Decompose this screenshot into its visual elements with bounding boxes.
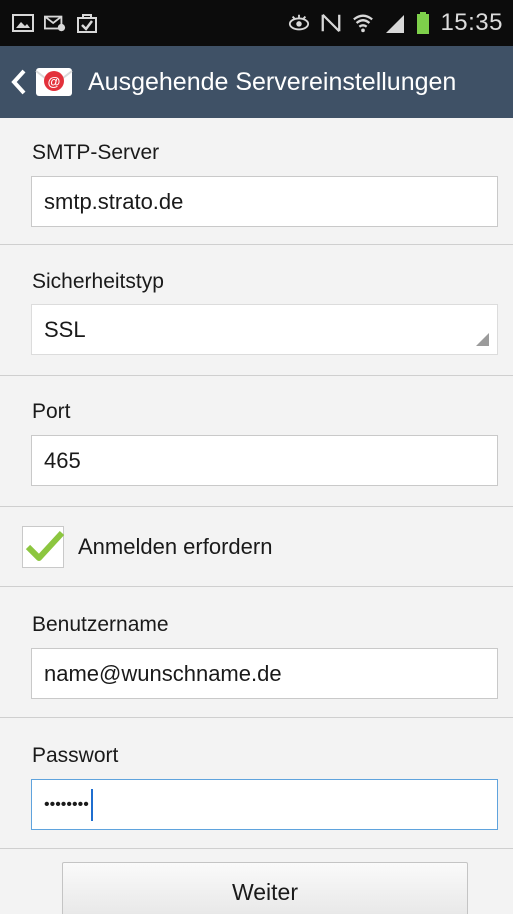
chevron-left-icon xyxy=(8,67,30,97)
port-input[interactable]: 465 xyxy=(31,435,498,486)
action-bar: @ Ausgehende Servereinstellungen xyxy=(0,46,513,118)
password-input[interactable]: •••••••• xyxy=(31,779,498,830)
email-app-icon: @ xyxy=(34,62,74,102)
status-bar: 15:35 xyxy=(0,0,513,46)
login-required-row[interactable]: Anmelden erfordern xyxy=(0,507,513,587)
battery-icon xyxy=(416,12,430,34)
smtp-server-section: SMTP-Server smtp.strato.de xyxy=(0,118,513,245)
security-type-spinner[interactable]: SSL xyxy=(31,304,498,355)
eye-icon xyxy=(288,12,310,34)
button-bar: Weiter xyxy=(0,849,513,914)
security-type-section: Sicherheitstyp SSL xyxy=(0,245,513,376)
security-type-label: Sicherheitstyp xyxy=(32,270,164,293)
back-button[interactable]: @ xyxy=(8,46,88,118)
username-section: Benutzername name@wunschname.de xyxy=(0,587,513,718)
smtp-server-label: SMTP-Server xyxy=(32,141,160,164)
smtp-server-input[interactable]: smtp.strato.de xyxy=(31,176,498,227)
login-required-label: Anmelden erfordern xyxy=(78,533,273,559)
signal-icon xyxy=(384,12,406,34)
password-label: Passwort xyxy=(32,744,119,767)
svg-text:@: @ xyxy=(48,74,61,89)
username-input[interactable]: name@wunschname.de xyxy=(31,648,498,699)
smtp-server-value: smtp.strato.de xyxy=(44,188,184,214)
text-cursor xyxy=(90,788,93,821)
port-label: Port xyxy=(32,400,71,423)
login-required-checkbox[interactable] xyxy=(22,525,65,568)
status-clock: 15:35 xyxy=(440,9,503,36)
image-icon xyxy=(12,12,34,34)
page-title: Ausgehende Servereinstellungen xyxy=(88,67,457,96)
username-label: Benutzername xyxy=(32,613,169,636)
server-settings-form: SMTP-Server smtp.strato.de Sicherheitsty… xyxy=(0,118,513,914)
status-bar-notifications xyxy=(12,12,98,34)
wifi-icon xyxy=(352,12,374,34)
port-value: 465 xyxy=(44,447,81,473)
port-section: Port 465 xyxy=(0,376,513,507)
password-section: Passwort •••••••• xyxy=(0,718,513,849)
checkmark-icon xyxy=(25,530,65,561)
password-value: •••••••• xyxy=(44,795,89,813)
next-button[interactable]: Weiter xyxy=(62,862,468,914)
security-type-value: SSL xyxy=(44,316,86,342)
shopping-bag-check-icon xyxy=(76,12,98,34)
nfc-icon xyxy=(320,12,342,34)
username-value: name@wunschname.de xyxy=(44,660,282,686)
spinner-corner-icon xyxy=(476,333,489,346)
mail-icon xyxy=(44,12,66,34)
status-bar-system: 15:35 xyxy=(288,9,503,37)
